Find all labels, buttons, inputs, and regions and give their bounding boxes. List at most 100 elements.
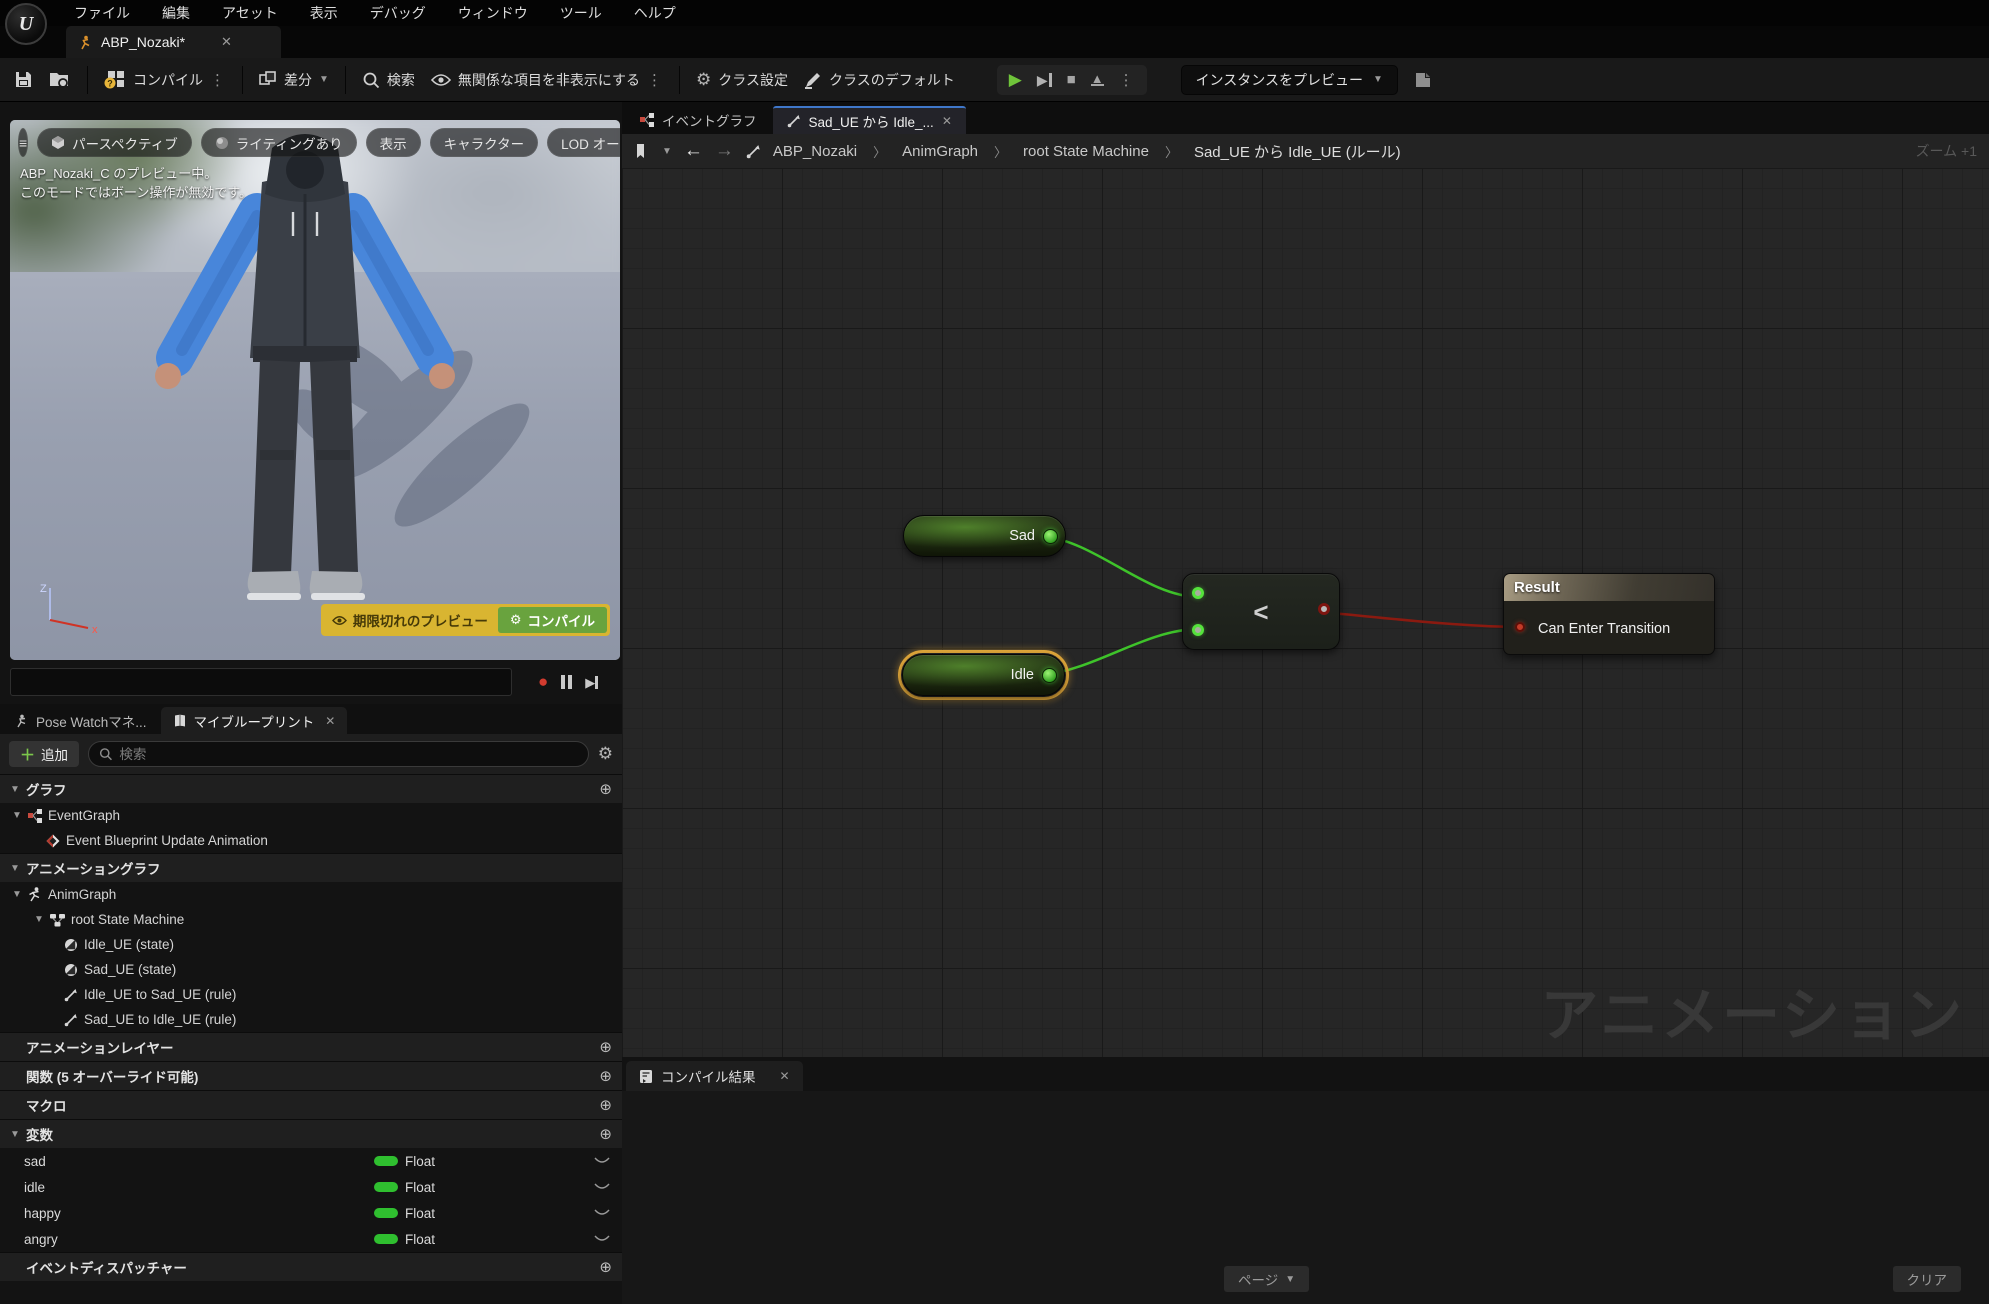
breadcrumb-item[interactable]: root State Machine xyxy=(1023,143,1149,160)
collapse-arrow-icon[interactable]: ▼ xyxy=(12,810,22,821)
breadcrumb-item[interactable]: AnimGraph xyxy=(902,143,978,160)
stale-preview-button[interactable]: 期限切れのプレビュー xyxy=(331,610,488,630)
clear-button[interactable]: クリア xyxy=(1892,1266,1961,1292)
record-icon[interactable]: ● xyxy=(538,672,548,692)
section-animation-layers[interactable]: アニメーションレイヤー ⊕ xyxy=(0,1032,622,1061)
asset-tab[interactable]: ABP_Nozaki* ✕ xyxy=(66,26,281,58)
frame-skip-icon[interactable]: ▶ xyxy=(1037,72,1052,87)
tree-item-sad-to-idle-rule[interactable]: Sad_UE to Idle_UE (rule) xyxy=(0,1007,622,1032)
timeline-scrubber[interactable] xyxy=(10,668,512,696)
close-icon[interactable]: ✕ xyxy=(942,114,952,128)
stop-icon[interactable]: ■ xyxy=(1067,71,1076,88)
eject-icon[interactable]: ▲ xyxy=(1090,72,1104,86)
variable-row-happy[interactable]: happy Float xyxy=(0,1200,622,1226)
can-enter-transition-pin[interactable] xyxy=(1515,621,1525,632)
add-event-dispatcher-icon[interactable]: ⊕ xyxy=(599,1258,612,1276)
tree-item-animgraph[interactable]: ▼ AnimGraph xyxy=(0,882,622,907)
collapse-arrow-icon[interactable]: ▼ xyxy=(10,863,20,874)
tree-item-eventgraph[interactable]: ▼ EventGraph xyxy=(0,803,622,828)
output-pin-result[interactable] xyxy=(1318,602,1330,615)
compile-options-icon[interactable]: ⋮ xyxy=(210,71,226,89)
section-graphs[interactable]: ▼ グラフ ⊕ xyxy=(0,774,622,803)
node-sad-getter[interactable]: Sad xyxy=(903,515,1066,557)
preview-instance-dropdown[interactable]: インスタンスをプレビュー ▼ xyxy=(1180,64,1398,95)
add-button[interactable]: ＋ 追加 xyxy=(9,741,80,767)
variable-row-sad[interactable]: sad Float xyxy=(0,1148,622,1174)
section-animation-graphs[interactable]: ▼ アニメーショングラフ xyxy=(0,853,622,882)
output-pin-idle[interactable] xyxy=(1042,667,1057,683)
closed-eye-icon[interactable] xyxy=(594,1235,610,1243)
chevron-down-icon[interactable]: ▼ xyxy=(662,146,672,157)
search-input[interactable] xyxy=(119,746,578,762)
create-blueprint-icon[interactable] xyxy=(1414,71,1434,89)
tab-transition-rule[interactable]: Sad_UE から Idle_... ✕ xyxy=(772,106,966,134)
menu-help[interactable]: ヘルプ xyxy=(634,3,676,23)
viewport-compile-button[interactable]: ⚙ コンパイル xyxy=(497,607,607,633)
variable-row-angry[interactable]: angry Float xyxy=(0,1226,622,1252)
diff-button[interactable]: 差分 ▼ xyxy=(259,70,329,90)
collapse-arrow-icon[interactable]: ▼ xyxy=(34,914,44,925)
search-box[interactable] xyxy=(88,741,589,767)
section-event-dispatchers[interactable]: イベントディスパッチャー ⊕ xyxy=(0,1252,622,1281)
closed-eye-icon[interactable] xyxy=(594,1183,610,1191)
settings-gear-icon[interactable]: ⚙ xyxy=(598,744,613,764)
menu-asset[interactable]: アセット xyxy=(222,3,278,23)
collapse-arrow-icon[interactable]: ▼ xyxy=(10,784,20,795)
add-function-icon[interactable]: ⊕ xyxy=(599,1067,612,1085)
close-icon[interactable]: ✕ xyxy=(221,34,232,50)
tab-event-graph[interactable]: イベントグラフ xyxy=(626,106,771,134)
add-macro-icon[interactable]: ⊕ xyxy=(599,1096,612,1114)
section-macros[interactable]: マクロ ⊕ xyxy=(0,1090,622,1119)
lighting-button[interactable]: ライティングあり xyxy=(200,128,357,157)
add-graph-icon[interactable]: ⊕ xyxy=(599,780,612,798)
node-idle-getter-selected[interactable]: Idle xyxy=(898,650,1069,700)
closed-eye-icon[interactable] xyxy=(594,1209,610,1217)
menu-file[interactable]: ファイル xyxy=(74,3,130,23)
pause-icon[interactable] xyxy=(561,675,573,689)
menu-view[interactable]: 表示 xyxy=(310,3,338,23)
perspective-button[interactable]: パースペクティブ xyxy=(37,128,192,157)
viewport-menu-button[interactable]: ≡ xyxy=(18,128,29,157)
character-button[interactable]: キャラクター xyxy=(429,128,539,157)
tree-item-idle-to-sad-rule[interactable]: Idle_UE to Sad_UE (rule) xyxy=(0,982,622,1007)
close-icon[interactable]: ✕ xyxy=(780,1069,790,1083)
dock-icon[interactable] xyxy=(634,143,650,159)
find-in-content-browser-icon[interactable] xyxy=(49,70,71,89)
tree-item-event-update-animation[interactable]: Event Blueprint Update Animation xyxy=(0,828,622,853)
forward-arrow-icon[interactable]: → xyxy=(715,140,734,162)
tab-my-blueprint[interactable]: マイブループリント ✕ xyxy=(160,707,348,734)
hide-unrelated-options-icon[interactable]: ⋮ xyxy=(647,71,663,89)
tree-item-idle-state[interactable]: Idle_UE (state) xyxy=(0,932,622,957)
unreal-logo[interactable]: U xyxy=(5,3,47,45)
compile-button[interactable]: ? コンパイル ⋮ xyxy=(104,70,226,90)
tab-pose-watch[interactable]: Pose Watchマネ... xyxy=(4,707,159,734)
menu-edit[interactable]: 編集 xyxy=(162,3,190,23)
search-button[interactable]: 検索 xyxy=(362,70,415,90)
collapse-arrow-icon[interactable]: ▼ xyxy=(12,889,22,900)
add-variable-icon[interactable]: ⊕ xyxy=(599,1125,612,1143)
output-pin-sad[interactable] xyxy=(1043,528,1058,544)
class-defaults-button[interactable]: クラスのデフォルト xyxy=(804,70,955,90)
hide-unrelated-button[interactable]: 無関係な項目を非表示にする ⋮ xyxy=(430,70,663,90)
breadcrumb-item-current[interactable]: Sad_UE から Idle_UE (ルール) xyxy=(1194,141,1401,162)
graph-canvas[interactable]: Sad Idle < Result Can Enter Transition ア… xyxy=(622,168,1989,1057)
variable-row-idle[interactable]: idle Float xyxy=(0,1174,622,1200)
show-button[interactable]: 表示 xyxy=(365,128,421,157)
tab-compiler-results[interactable]: コンパイル結果 ✕ xyxy=(626,1061,803,1091)
menu-debug[interactable]: デバッグ xyxy=(370,3,426,23)
play-icon[interactable]: ▶ xyxy=(1009,70,1022,90)
page-dropdown[interactable]: ページ ▼ xyxy=(1224,1266,1310,1292)
add-animation-layer-icon[interactable]: ⊕ xyxy=(599,1038,612,1056)
breadcrumb-item[interactable]: ABP_Nozaki xyxy=(773,143,857,160)
back-arrow-icon[interactable]: ← xyxy=(684,140,703,162)
lod-button[interactable]: LOD オート xyxy=(547,128,620,157)
node-result[interactable]: Result Can Enter Transition xyxy=(1503,573,1715,655)
playback-options-icon[interactable]: ⋮ xyxy=(1119,71,1135,89)
closed-eye-icon[interactable] xyxy=(594,1157,610,1165)
preview-viewport[interactable]: ≡ パースペクティブ ライティングあり 表示 キャラクター LOD オート ▶ xyxy=(10,120,620,660)
class-settings-button[interactable]: ⚙ クラス設定 xyxy=(696,70,788,90)
save-icon[interactable] xyxy=(14,70,33,89)
step-forward-icon[interactable]: ▶ xyxy=(585,675,599,689)
tree-item-sad-state[interactable]: Sad_UE (state) xyxy=(0,957,622,982)
node-less-than[interactable]: < xyxy=(1182,573,1340,650)
